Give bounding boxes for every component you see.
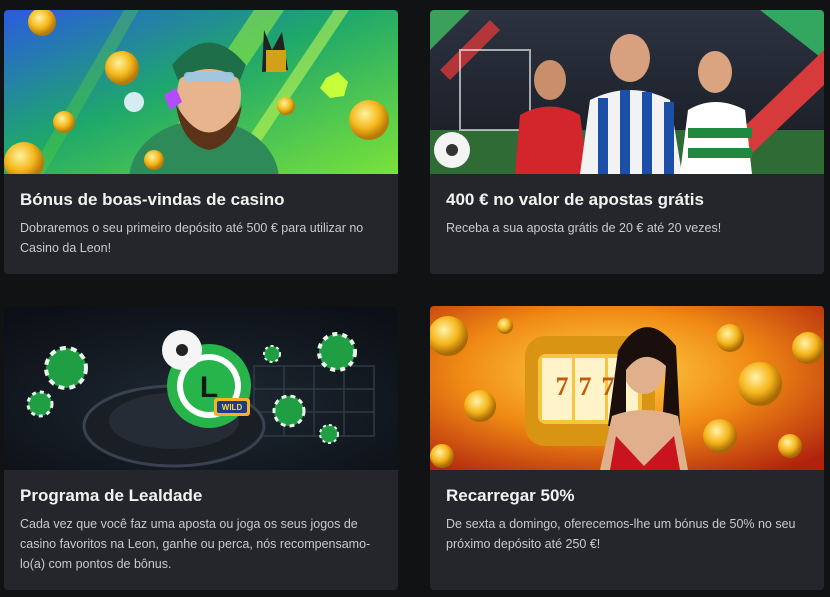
promo-description: Dobraremos o seu primeiro depósito até 5… (20, 221, 364, 255)
loyalty-chips-banner-icon: L WILD (4, 306, 398, 470)
promo-card-reload[interactable]: 777 Recarregar 50% De sexta a domingo, o… (430, 306, 824, 590)
slot-coins-banner-icon: 777 (430, 306, 824, 470)
promo-description: De sexta a domingo, oferecemos-lhe um bó… (446, 517, 796, 551)
football-players-banner-icon (430, 10, 824, 174)
promo-card-free-bets[interactable]: 400 € no valor de apostas grátis Receba … (430, 10, 824, 274)
promo-card-casino-welcome[interactable]: Bónus de boas-vindas de casino Dobraremo… (4, 10, 398, 274)
promo-title: Bónus de boas-vindas de casino (20, 190, 285, 209)
slot-reels-label: 777 (555, 372, 625, 401)
promo-title: Programa de Lealdade (20, 486, 203, 505)
promo-title: 400 € no valor de apostas grátis (446, 190, 704, 209)
promo-description: Receba a sua aposta grátis de 20 € até 2… (446, 221, 722, 235)
promo-card-loyalty[interactable]: L WILD Programa de Lealdade Cada vez que… (4, 306, 398, 590)
promo-description: Cada vez que você faz uma aposta ou joga… (20, 517, 371, 571)
promo-title: Recarregar 50% (446, 486, 575, 505)
casino-explorer-banner-icon (4, 10, 398, 174)
wild-tag-label: WILD (221, 403, 243, 412)
